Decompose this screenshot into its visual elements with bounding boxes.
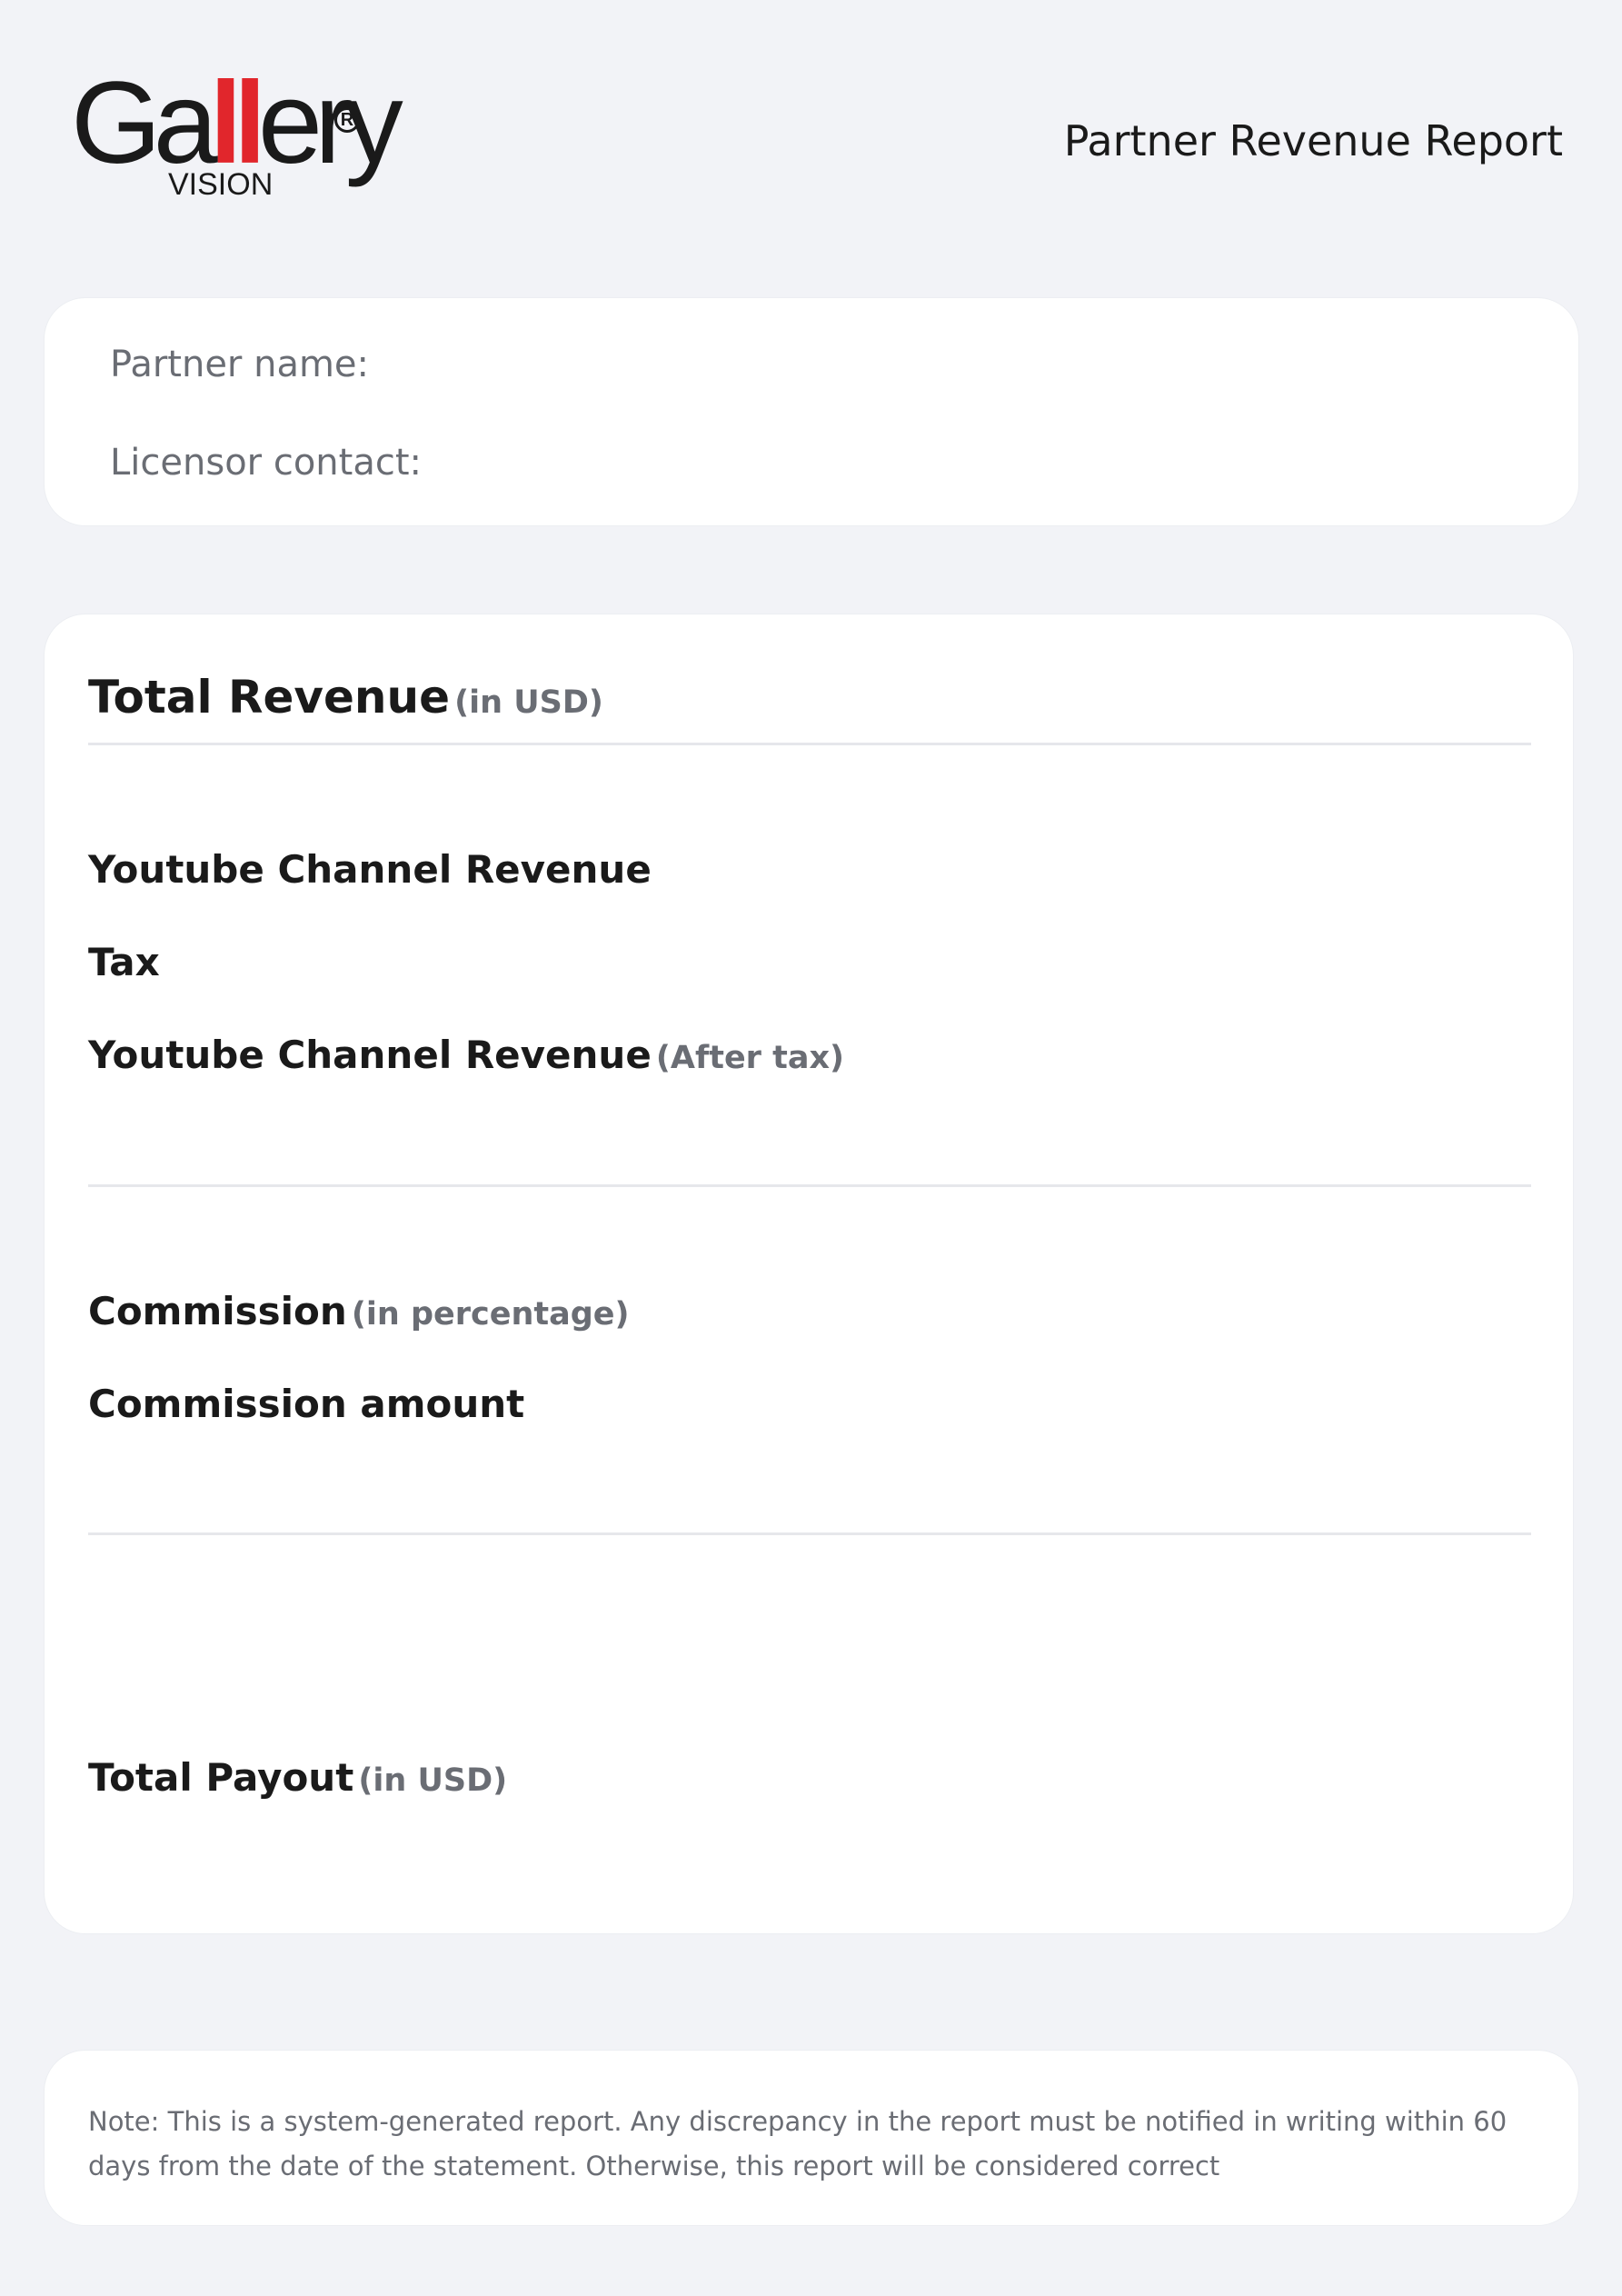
youtube-after-tax-label: Youtube Channel Revenue xyxy=(88,1033,652,1077)
note-card: Note: This is a system-generated report.… xyxy=(44,2050,1579,2226)
divider xyxy=(88,743,1531,745)
commission-amount-label: Commission amount xyxy=(88,1382,525,1426)
commission-label: Commission xyxy=(88,1289,347,1333)
partner-name-label: Partner name: xyxy=(110,344,369,385)
youtube-revenue-label: Youtube Channel Revenue xyxy=(88,847,652,892)
disclaimer-note: Note: This is a system-generated report.… xyxy=(88,2106,1508,2181)
page-title: Partner Revenue Report xyxy=(1063,116,1563,165)
partner-info-card: Partner name: Licensor contact: xyxy=(44,297,1579,526)
divider xyxy=(88,1184,1531,1187)
commission-unit: (in percentage) xyxy=(351,1296,630,1333)
total-payout-row: Total Payout (in USD) xyxy=(88,1755,507,1800)
total-payout-unit: (in USD) xyxy=(358,1762,508,1799)
logo-subtitle: VISION xyxy=(168,167,274,202)
report-header: Gallery R VISION Partner Revenue Report xyxy=(0,0,1622,236)
tax-label: Tax xyxy=(88,940,160,984)
total-revenue-title: Total Revenue xyxy=(88,671,451,724)
licensor-contact-label: Licensor contact: xyxy=(110,442,422,484)
youtube-after-tax-row: Youtube Channel Revenue (After tax) xyxy=(88,1033,844,1077)
after-tax-unit: (After tax) xyxy=(655,1040,845,1076)
gallery-vision-logo: Gallery R VISION xyxy=(71,65,403,211)
revenue-card: Total Revenue (in USD) Youtube Channel R… xyxy=(44,614,1574,1934)
commission-row: Commission (in percentage) xyxy=(88,1289,630,1333)
commission-amount-row: Commission amount xyxy=(88,1382,524,1426)
total-payout-label: Total Payout xyxy=(88,1755,354,1800)
logo-word-end: ery xyxy=(257,58,403,188)
divider xyxy=(88,1532,1531,1535)
registered-mark-icon: R xyxy=(334,107,360,133)
tax-row: Tax xyxy=(88,940,160,984)
total-revenue-unit: (in USD) xyxy=(454,684,603,721)
total-revenue-heading: Total Revenue (in USD) xyxy=(88,671,603,724)
youtube-revenue-row: Youtube Channel Revenue xyxy=(88,847,652,892)
